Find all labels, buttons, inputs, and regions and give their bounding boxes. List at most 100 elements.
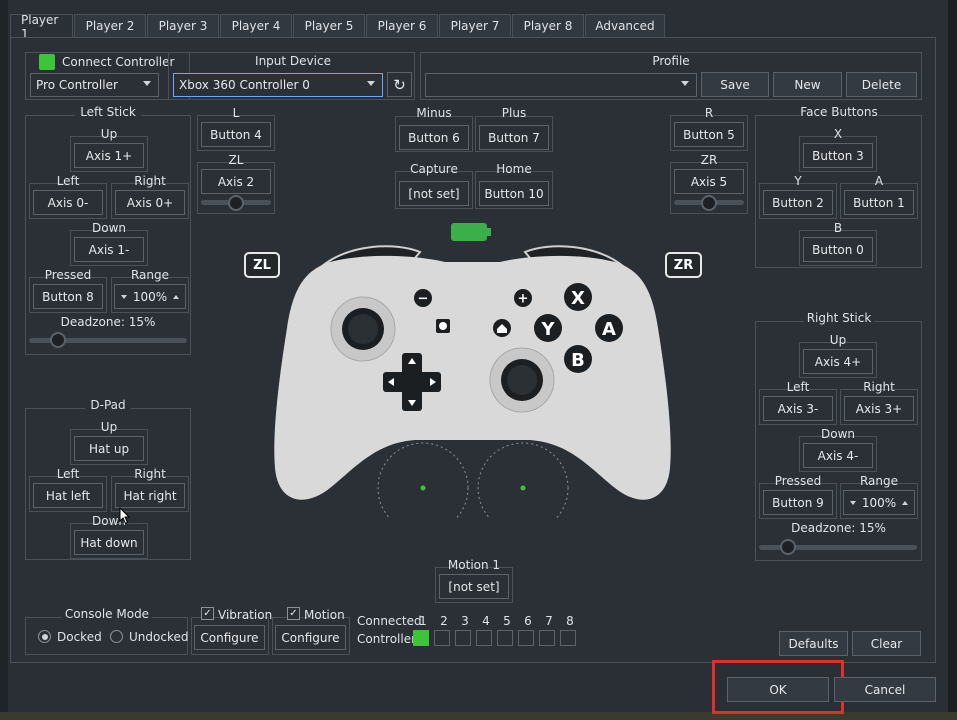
player-tabs: Player 1 Player 2 Player 3 Player 4 Play… bbox=[10, 13, 666, 41]
left-stick-left-button[interactable]: Axis 0- bbox=[33, 190, 103, 215]
tab-player-2[interactable]: Player 2 bbox=[74, 14, 146, 37]
right-stick-range-spinbox[interactable]: 100% bbox=[843, 490, 915, 515]
slot-2-label: 2 bbox=[440, 614, 448, 628]
face-y-button[interactable]: Button 2 bbox=[763, 190, 833, 215]
tab-player-6[interactable]: Player 6 bbox=[366, 14, 438, 37]
decrement-icon[interactable] bbox=[120, 294, 127, 299]
controller-slot-7[interactable] bbox=[539, 630, 555, 646]
dpad-left-label: Left bbox=[56, 467, 80, 481]
plus-button[interactable]: Button 7 bbox=[479, 125, 549, 150]
dpad-up-button[interactable]: Hat up bbox=[74, 436, 144, 461]
right-stick-pressed-button[interactable]: Button 9 bbox=[763, 490, 833, 515]
zl-button[interactable]: Axis 2 bbox=[201, 169, 271, 194]
right-stick-left-button[interactable]: Axis 3- bbox=[763, 396, 833, 421]
tab-player-5[interactable]: Player 5 bbox=[293, 14, 365, 37]
checkmark-icon: ✓ bbox=[203, 607, 212, 619]
profile-delete-button[interactable]: Delete bbox=[846, 72, 917, 97]
left-stick-range-spinbox[interactable]: 100% bbox=[114, 284, 186, 309]
motion-1-button[interactable]: [not set] bbox=[439, 574, 509, 599]
home-button[interactable]: Button 10 bbox=[479, 181, 549, 206]
input-device-label: Input Device bbox=[255, 54, 331, 68]
r-button[interactable]: Button 5 bbox=[674, 122, 744, 147]
connected-label: Connected bbox=[357, 614, 422, 628]
undocked-radio[interactable] bbox=[110, 630, 123, 643]
profile-select[interactable] bbox=[425, 73, 697, 97]
refresh-devices-button[interactable]: ↻ bbox=[387, 72, 412, 97]
profile-save-button[interactable]: Save bbox=[701, 72, 769, 97]
dpad-left-button[interactable]: Hat left bbox=[33, 483, 103, 508]
dpad-title: D-Pad bbox=[85, 398, 131, 412]
tab-player-4[interactable]: Player 4 bbox=[220, 14, 292, 37]
docked-radio[interactable] bbox=[38, 630, 51, 643]
zl-threshold-handle[interactable] bbox=[228, 195, 244, 211]
refresh-icon: ↻ bbox=[393, 75, 406, 94]
controller-slot-5[interactable] bbox=[497, 630, 513, 646]
left-stick-pressed-button[interactable]: Button 8 bbox=[33, 284, 103, 309]
controller-slot-1[interactable] bbox=[413, 630, 429, 646]
right-stick-down-button[interactable]: Axis 4- bbox=[803, 443, 873, 468]
motion-checkbox[interactable]: ✓ bbox=[287, 607, 300, 620]
controller-slot-3[interactable] bbox=[455, 630, 471, 646]
connect-controller-label: Connect Controller bbox=[62, 55, 175, 69]
dpad-right-button[interactable]: Hat right bbox=[115, 483, 185, 508]
face-b-label: B bbox=[833, 221, 843, 235]
face-x-button[interactable]: Button 3 bbox=[803, 143, 873, 168]
zr-button[interactable]: Axis 5 bbox=[674, 169, 744, 194]
console-mode-title: Console Mode bbox=[62, 607, 152, 621]
left-stick-down-button[interactable]: Axis 1- bbox=[74, 237, 144, 262]
face-x-label: X bbox=[833, 127, 843, 141]
right-stick-left-label: Left bbox=[786, 380, 810, 394]
vibration-configure-button[interactable]: Configure bbox=[194, 625, 265, 650]
controller-slot-6[interactable] bbox=[518, 630, 534, 646]
right-stick-up-button[interactable]: Axis 4+ bbox=[803, 349, 873, 374]
tab-player-1[interactable]: Player 1 bbox=[10, 13, 73, 41]
tab-player-8[interactable]: Player 8 bbox=[512, 14, 584, 37]
tab-player-7[interactable]: Player 7 bbox=[439, 14, 511, 37]
controller-type-select[interactable]: Pro Controller bbox=[30, 73, 159, 97]
left-stick-right-button[interactable]: Axis 0+ bbox=[115, 190, 185, 215]
vibration-checkbox[interactable]: ✓ bbox=[201, 607, 214, 620]
connect-controller-checkbox[interactable] bbox=[39, 54, 55, 70]
ok-button[interactable]: OK bbox=[727, 677, 829, 702]
input-device-select[interactable]: Xbox 360 Controller 0 bbox=[173, 73, 383, 97]
controller-slot-4[interactable] bbox=[476, 630, 492, 646]
chevron-down-icon bbox=[143, 81, 151, 86]
left-stick-up-button[interactable]: Axis 1+ bbox=[74, 143, 144, 168]
svg-text:−: − bbox=[418, 292, 429, 307]
controller-slot-2[interactable] bbox=[434, 630, 450, 646]
battery-icon bbox=[451, 223, 487, 241]
tab-advanced[interactable]: Advanced bbox=[585, 14, 665, 37]
right-stick-title: Right Stick bbox=[804, 311, 874, 325]
zr-label: ZR bbox=[700, 153, 718, 167]
decrement-icon[interactable] bbox=[849, 500, 856, 505]
mouse-cursor-icon bbox=[119, 507, 131, 525]
minus-button[interactable]: Button 6 bbox=[399, 125, 469, 150]
face-b-button[interactable]: Button 0 bbox=[803, 237, 873, 262]
capture-label: Capture bbox=[410, 162, 458, 176]
right-stick-right-button[interactable]: Axis 3+ bbox=[844, 396, 914, 421]
motion-configure-button[interactable]: Configure bbox=[275, 625, 346, 650]
increment-icon[interactable] bbox=[173, 294, 180, 299]
dpad-down-label: Down bbox=[91, 514, 126, 528]
slot-8-label: 8 bbox=[566, 614, 574, 628]
chevron-down-icon bbox=[681, 81, 689, 86]
slot-5-label: 5 bbox=[503, 614, 511, 628]
right-stick-up-label: Up bbox=[829, 333, 847, 347]
zr-threshold-handle[interactable] bbox=[701, 195, 717, 211]
clear-button[interactable]: Clear bbox=[852, 631, 921, 656]
left-stick-range-label: Range bbox=[130, 268, 170, 282]
motion-1-label: Motion 1 bbox=[447, 558, 501, 572]
cancel-button[interactable]: Cancel bbox=[834, 677, 936, 702]
dpad-down-button[interactable]: Hat down bbox=[74, 530, 144, 555]
l-label: L bbox=[232, 106, 240, 120]
capture-button[interactable]: [not set] bbox=[399, 181, 469, 206]
profile-new-button[interactable]: New bbox=[773, 72, 842, 97]
l-button[interactable]: Button 4 bbox=[201, 122, 271, 147]
left-stick-title: Left Stick bbox=[75, 105, 141, 119]
controller-slot-8[interactable] bbox=[560, 630, 576, 646]
left-stick-right-label: Right bbox=[134, 174, 166, 188]
defaults-button[interactable]: Defaults bbox=[779, 631, 848, 656]
increment-icon[interactable] bbox=[902, 500, 909, 505]
face-a-button[interactable]: Button 1 bbox=[844, 190, 914, 215]
tab-player-3[interactable]: Player 3 bbox=[147, 14, 219, 37]
